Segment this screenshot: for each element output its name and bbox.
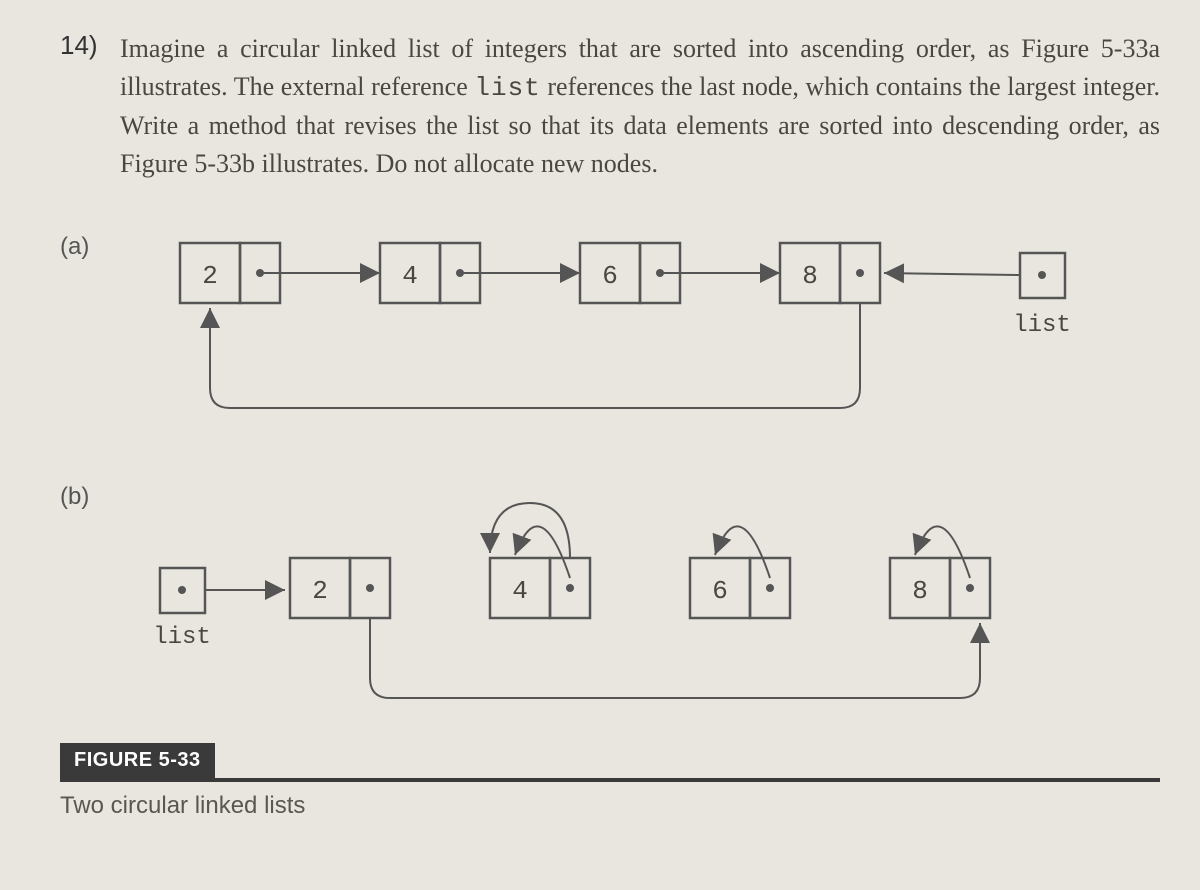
figure-rule xyxy=(60,778,1160,782)
node-a-2: 6 xyxy=(602,261,618,291)
part-a-label: (a) xyxy=(60,233,89,261)
diagram-b: list 2 4 xyxy=(60,483,1140,723)
list-label-b: list xyxy=(153,624,211,651)
node-a-3: 8 xyxy=(802,261,818,291)
node-b-1: 4 xyxy=(512,576,528,606)
node-b-2: 6 xyxy=(712,576,728,606)
part-b-label: (b) xyxy=(60,483,89,511)
question-number: 14) xyxy=(60,30,120,61)
figure-caption: Two circular linked lists xyxy=(60,792,1160,820)
figure-label-bar: FIGURE 5-33 xyxy=(60,743,1160,782)
figure-5-33: (a) 2 4 xyxy=(60,223,1160,820)
node-a-1: 4 xyxy=(402,261,418,291)
node-b-3: 8 xyxy=(912,576,928,606)
diagram-a: 2 4 6 xyxy=(60,223,1140,443)
figure-label: FIGURE 5-33 xyxy=(60,743,215,778)
question-text: Imagine a circular linked list of intege… xyxy=(120,30,1160,183)
question-code-word: list xyxy=(474,73,540,103)
list-label-a: list xyxy=(1013,312,1071,339)
node-b-0: 2 xyxy=(312,576,328,606)
node-a-0: 2 xyxy=(202,261,218,291)
